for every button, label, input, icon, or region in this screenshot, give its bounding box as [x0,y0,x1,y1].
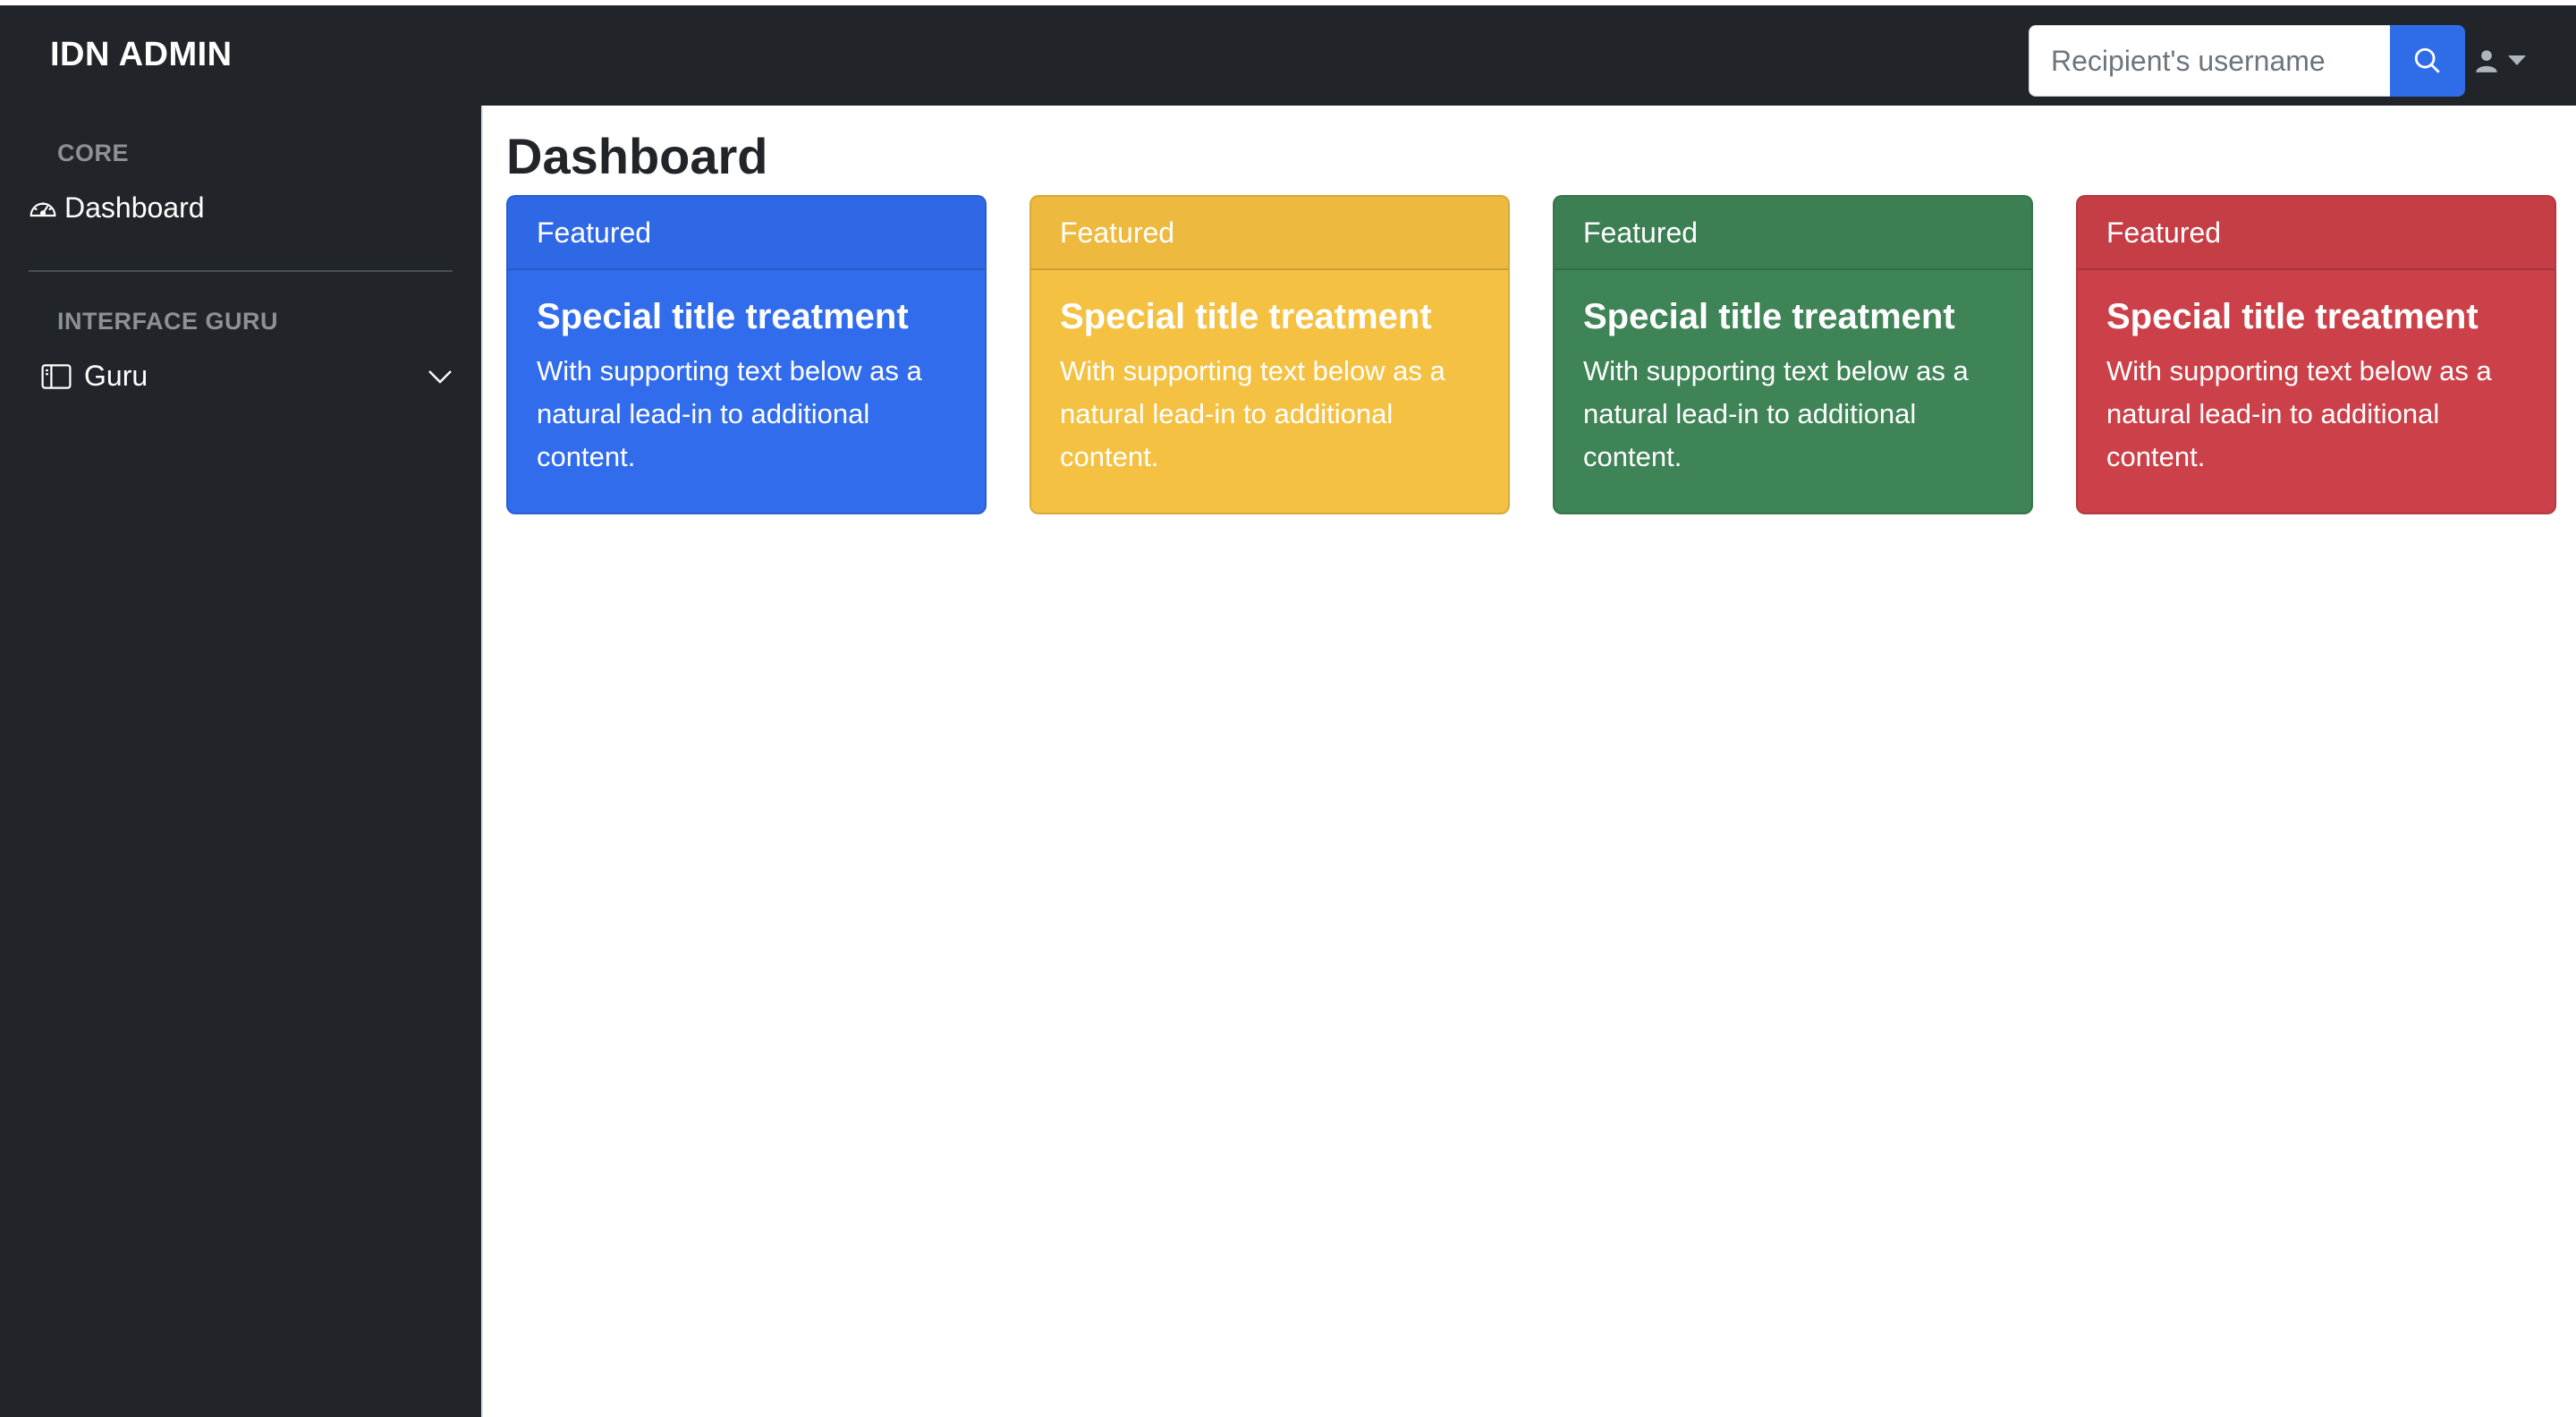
card-text: With supporting text below as a natural … [1060,355,1445,472]
card-body: Special title treatment With supporting … [1031,270,1508,505]
card-header: Featured [1031,197,1508,270]
card-title: Special title treatment [1583,297,1955,336]
card-header: Featured [1555,197,2031,270]
card-text: With supporting text below as a natural … [537,355,922,472]
card-title: Special title treatment [537,297,909,336]
card-text: With supporting text below as a natural … [1583,355,1969,472]
card-title: Special title treatment [1060,297,1432,336]
search-group [2029,25,2465,97]
caret-down-icon [2508,55,2526,65]
featured-card-red: Featured Special title treatment With su… [2076,195,2556,514]
main-content: Dashboard Featured Special title treatme… [481,106,2576,1417]
sidebar-item-label: Dashboard [64,191,205,224]
sidebar-item-label: Guru [84,360,148,392]
featured-card-blue: Featured Special title treatment With su… [506,195,987,514]
card-body: Special title treatment With supporting … [2078,270,2555,505]
top-navbar: IDN ADMIN [0,0,2576,106]
sidebar: CORE Dashboard INTERFACE GURU Guru [0,106,481,1417]
user-icon [2476,50,2497,72]
card-body: Special title treatment With supporting … [1555,270,2031,505]
card-header: Featured [508,197,985,270]
sidebar-item-guru[interactable]: Guru [41,360,453,393]
featured-card-green: Featured Special title treatment With su… [1553,195,2033,514]
chevron-down-icon[interactable] [428,369,453,385]
card-header: Featured [2078,197,2555,270]
card-body: Special title treatment With supporting … [508,270,985,505]
speedometer-icon [30,201,56,216]
search-input[interactable] [2029,25,2390,97]
featured-card-yellow: Featured Special title treatment With su… [1030,195,1510,514]
search-button[interactable] [2390,25,2465,97]
sidebar-panel-icon [41,363,72,389]
sidebar-item-dashboard[interactable]: Dashboard [29,191,205,225]
card-title: Special title treatment [2106,297,2479,336]
search-icon [2414,47,2440,73]
sidebar-heading-interface-guru: INTERFACE GURU [57,308,279,335]
sidebar-divider [29,270,453,272]
card-text: With supporting text below as a natural … [2106,355,2492,472]
card-row: Featured Special title treatment With su… [506,195,2556,514]
page-title: Dashboard [506,128,768,184]
user-dropdown[interactable] [2474,43,2526,79]
brand-logo[interactable]: IDN ADMIN [50,36,233,74]
sidebar-heading-core: CORE [57,140,130,166]
